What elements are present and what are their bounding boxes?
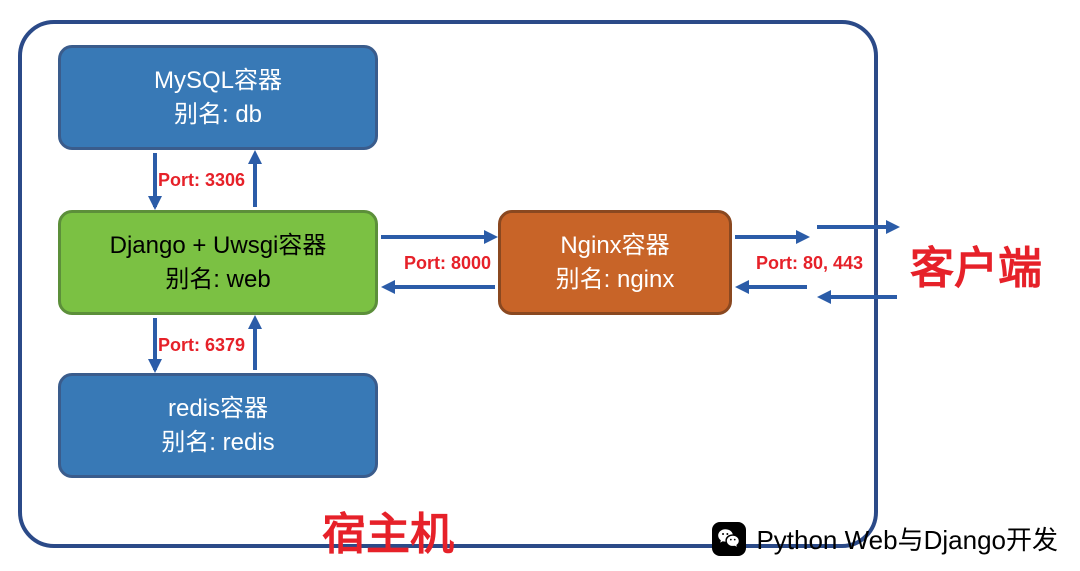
mysql-title: MySQL容器 (154, 64, 282, 98)
web-container-box: Django + Uwsgi容器 别名: web (58, 210, 378, 315)
port-label-mysql: Port: 3306 (158, 170, 245, 191)
port-label-nginx-web: Port: 8000 (404, 253, 491, 274)
web-title: Django + Uwsgi容器 (110, 229, 327, 263)
nginx-alias: 别名: nginx (556, 263, 675, 297)
redis-alias: 别名: redis (161, 426, 274, 460)
redis-title: redis容器 (168, 392, 268, 426)
footer-text: Python Web与Django开发 (756, 520, 1058, 557)
nginx-container-box: Nginx容器 别名: nginx (498, 210, 732, 315)
port-label-redis: Port: 6379 (158, 335, 245, 356)
footer-credit: Python Web与Django开发 (712, 520, 1058, 557)
nginx-title: Nginx容器 (560, 229, 669, 263)
mysql-container-box: MySQL容器 别名: db (58, 45, 378, 150)
wechat-icon (712, 522, 746, 556)
port-label-client: Port: 80, 443 (756, 253, 863, 274)
web-alias: 别名: web (165, 263, 270, 297)
redis-container-box: redis容器 别名: redis (58, 373, 378, 478)
host-label: 宿主机 (322, 498, 454, 562)
client-label: 客户端 (910, 232, 1042, 296)
mysql-alias: 别名: db (174, 98, 262, 132)
